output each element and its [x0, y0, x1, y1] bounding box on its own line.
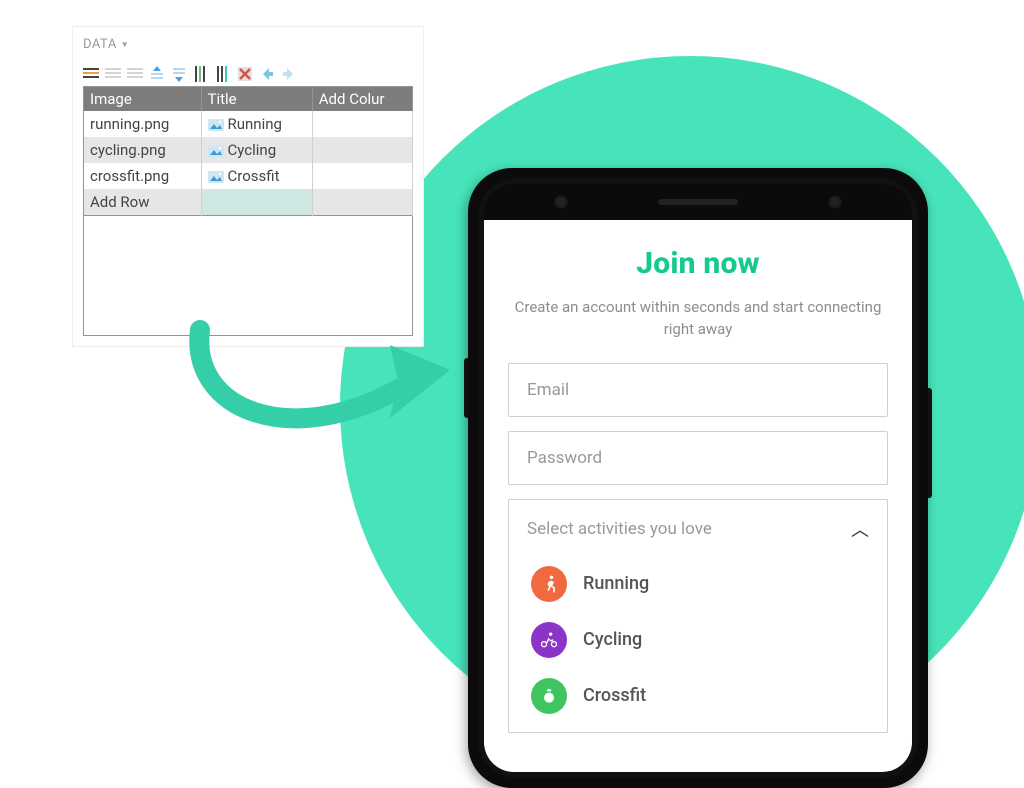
email-placeholder: Email [527, 380, 569, 400]
activity-name: Cycling [583, 629, 642, 650]
phone-mockup: Join now Create an account within second… [468, 168, 928, 788]
data-panel: DATA ▼ [72, 26, 424, 347]
table-row[interactable]: cycling.png Cycling [84, 137, 413, 163]
page-title: Join now [508, 246, 888, 281]
password-field[interactable]: Password [508, 431, 888, 485]
dropdown-header[interactable]: Select activities you love ︿ [509, 500, 887, 556]
page-subtitle: Create an account within seconds and sta… [514, 297, 882, 341]
image-file-icon [208, 145, 224, 157]
table-row[interactable]: running.png Running [84, 111, 413, 137]
cyclist-icon [531, 622, 567, 658]
panel-title[interactable]: DATA ▼ [83, 37, 413, 52]
insert-column-icon[interactable] [193, 66, 209, 82]
kettlebell-icon [531, 678, 567, 714]
phone-side-button-left [464, 358, 468, 418]
activity-item-crossfit[interactable]: Crossfit [509, 668, 887, 724]
panel-title-label: DATA [83, 37, 117, 52]
phone-notch [484, 184, 912, 220]
image-file-icon [208, 171, 224, 183]
dropdown-triangle-icon: ▼ [121, 40, 129, 49]
data-table: Image Title Add Colur running.png Runnin… [83, 86, 413, 216]
table-row[interactable]: crossfit.png Crossfit [84, 163, 413, 189]
cell-image[interactable]: crossfit.png [84, 163, 202, 189]
dropdown-label: Select activities you love [527, 519, 712, 539]
data-toolbar [83, 66, 413, 82]
cell-title[interactable]: Running [201, 111, 312, 137]
chevron-up-icon: ︿ [851, 516, 869, 542]
phone-sensor-icon [554, 195, 568, 209]
cell-title[interactable]: Cycling [201, 137, 312, 163]
phone-screen: Join now Create an account within second… [484, 220, 912, 772]
activities-dropdown: Select activities you love ︿ Running Cyc… [508, 499, 888, 733]
move-row-down-icon[interactable] [171, 66, 187, 82]
runner-icon [531, 566, 567, 602]
cell-image[interactable]: running.png [84, 111, 202, 137]
activity-name: Running [583, 573, 649, 594]
phone-side-button-right [928, 388, 932, 498]
cell-title[interactable]: Crossfit [201, 163, 312, 189]
email-field[interactable]: Email [508, 363, 888, 417]
col-title[interactable]: Title [201, 87, 312, 112]
cell-image[interactable]: cycling.png [84, 137, 202, 163]
add-row[interactable]: Add Row [84, 189, 413, 216]
delete-row-icon[interactable] [105, 66, 121, 82]
col-add[interactable]: Add Colur [312, 87, 412, 112]
col-image[interactable]: Image [84, 87, 202, 112]
activity-name: Crossfit [583, 685, 646, 706]
image-file-icon [208, 119, 224, 131]
duplicate-row-icon[interactable] [127, 66, 143, 82]
move-row-up-icon[interactable] [149, 66, 165, 82]
activity-item-running[interactable]: Running [509, 556, 887, 612]
phone-speaker-icon [658, 199, 738, 205]
delete-column-icon[interactable] [237, 66, 253, 82]
phone-camera-icon [828, 195, 842, 209]
password-placeholder: Password [527, 448, 602, 468]
prev-icon[interactable] [259, 66, 275, 82]
table-empty-area [83, 216, 413, 336]
insert-row-icon[interactable] [83, 66, 99, 82]
activity-item-cycling[interactable]: Cycling [509, 612, 887, 668]
column-settings-icon[interactable] [215, 66, 231, 82]
next-icon[interactable] [281, 66, 297, 82]
